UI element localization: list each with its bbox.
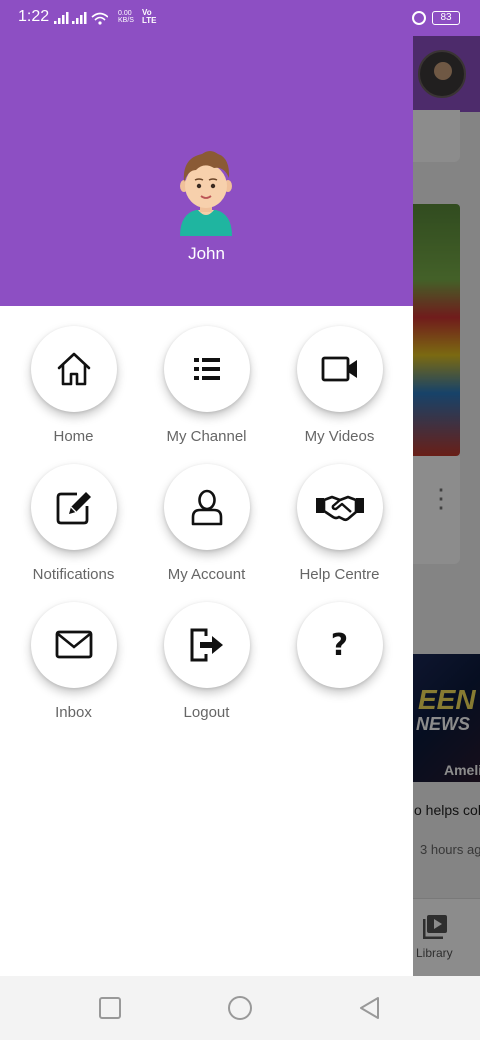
menu-item-help[interactable]: ?: [273, 602, 406, 704]
menu-item-my-channel[interactable]: My Channel: [140, 326, 273, 445]
handshake-icon: [315, 495, 364, 522]
menu-item-my-videos[interactable]: My Videos: [273, 326, 406, 445]
volte-indicator: Vo LTE: [142, 8, 157, 25]
menu-button[interactable]: [163, 602, 250, 688]
menu-item-logout[interactable]: Logout: [140, 602, 273, 721]
menu-item-label: Logout: [183, 704, 230, 721]
menu-button[interactable]: [163, 464, 250, 550]
home-icon: [57, 352, 90, 386]
menu-item-label: Inbox: [55, 704, 92, 721]
menu-button[interactable]: [30, 602, 117, 688]
edit-icon: [56, 492, 91, 525]
menu-item-notifications[interactable]: Notifications: [7, 464, 140, 583]
menu-button[interactable]: [296, 464, 383, 550]
user-icon: [191, 489, 222, 526]
menu-item-inbox[interactable]: Inbox: [7, 602, 140, 721]
menu-item-label: Notifications: [32, 566, 115, 583]
home-nav-icon[interactable]: [227, 996, 253, 1022]
video-camera-icon: [321, 356, 357, 382]
logout-icon: [190, 628, 223, 662]
menu-item-my-account[interactable]: My Account: [140, 464, 273, 583]
user-name: John: [188, 244, 225, 263]
status-bar: 1:22 0.00 KB/S Vo LTE 83: [0, 0, 480, 36]
menu-button[interactable]: ?: [296, 602, 383, 688]
user-avatar: [180, 151, 232, 236]
menu-item-help-centre[interactable]: Help Centre: [273, 464, 406, 583]
help-icon: ?: [330, 627, 349, 663]
menu-item-label: Help Centre: [299, 566, 380, 583]
menu-item-label: My Channel: [166, 428, 247, 445]
menu-button[interactable]: [30, 464, 117, 550]
menu-item-label: Home: [53, 428, 94, 445]
menu-item-home[interactable]: Home: [7, 326, 140, 445]
menu-button[interactable]: [163, 326, 250, 412]
drawer-header: John: [0, 36, 413, 306]
back-icon[interactable]: [358, 996, 382, 1020]
status-time: 1:22: [18, 8, 50, 25]
system-navigation-bar: [0, 976, 480, 1040]
signal-icon: [54, 12, 108, 25]
recents-icon[interactable]: [98, 996, 122, 1020]
battery-icon: 83: [432, 11, 460, 25]
navigation-drawer: John Home My Channel My Videos Notificat…: [0, 0, 413, 976]
mail-icon: [55, 630, 92, 659]
menu-button[interactable]: [30, 326, 117, 412]
rotation-lock-icon: [412, 11, 426, 25]
menu-item-label: My Videos: [304, 428, 375, 445]
menu-button[interactable]: [296, 326, 383, 412]
list-icon: [193, 358, 220, 380]
network-speed: 0.00 KB/S: [118, 10, 134, 24]
menu-item-label: My Account: [167, 566, 246, 583]
